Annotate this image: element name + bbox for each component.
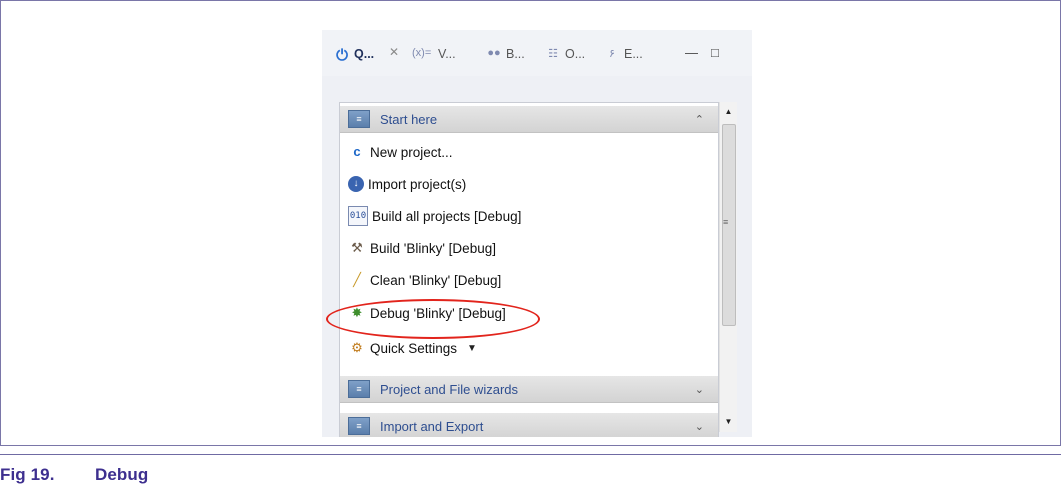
action-import-projects[interactable]: ↓ Import project(s) bbox=[348, 173, 466, 195]
expand-chevron-icon[interactable]: ⌄ bbox=[695, 420, 704, 433]
caption-rule bbox=[0, 454, 1061, 455]
section-title: Import and Export bbox=[380, 418, 484, 434]
figure-caption: Fig 19. Debug bbox=[0, 465, 148, 485]
new-project-icon: c bbox=[353, 144, 361, 159]
grip-icon: ≡ bbox=[723, 217, 729, 227]
tab-breakpoints[interactable]: ●● B... bbox=[486, 45, 525, 63]
section-project-file-wizards[interactable]: ≡ Project and File wizards ⌄ bbox=[340, 376, 718, 403]
tab-outline[interactable]: ☷ O... bbox=[545, 45, 585, 63]
action-clean-blinky[interactable]: ╱ Clean 'Blinky' [Debug] bbox=[348, 269, 501, 291]
tab-label: V... bbox=[438, 47, 456, 61]
quickstart-panel: ⏻ Q... ✕ (x)= V... ●● B... ☷ O... ۶ E...… bbox=[322, 30, 752, 437]
tab-variables[interactable]: (x)= V... bbox=[412, 45, 456, 63]
lpcxpresso-logo-icon: ≡ bbox=[348, 417, 370, 435]
section-title: Project and File wizards bbox=[380, 381, 518, 397]
expand-chevron-icon[interactable]: ⌄ bbox=[695, 383, 704, 396]
figure-title: Debug bbox=[95, 465, 149, 484]
section-import-export[interactable]: ≡ Import and Export ⌄ bbox=[340, 413, 718, 437]
highlight-ellipse bbox=[326, 299, 540, 339]
collapse-chevron-icon[interactable]: ⌃ bbox=[695, 113, 704, 126]
variables-icon: (x)= bbox=[412, 47, 432, 59]
action-label: Quick Settings bbox=[370, 340, 458, 356]
view-tab-bar: ⏻ Q... ✕ (x)= V... ●● B... ☷ O... ۶ E...… bbox=[322, 30, 752, 76]
breakpoints-icon: ●● bbox=[487, 47, 501, 59]
hammer-icon: ⚒ bbox=[351, 240, 363, 255]
tab-label: B... bbox=[506, 47, 525, 61]
dropdown-arrow-icon[interactable]: ▼ bbox=[467, 343, 477, 354]
vertical-scrollbar[interactable]: ▲ ≡ ▼ bbox=[719, 102, 737, 432]
broom-icon: ╱ bbox=[353, 272, 361, 287]
action-build-blinky[interactable]: ⚒ Build 'Blinky' [Debug] bbox=[348, 237, 496, 259]
quickstart-icon: ⏻ bbox=[336, 47, 348, 64]
outline-icon: ☷ bbox=[548, 48, 558, 60]
import-icon: ↓ bbox=[348, 176, 364, 192]
lpcxpresso-logo-icon: ≡ bbox=[348, 110, 370, 128]
action-label: New project... bbox=[370, 144, 453, 160]
tab-label: O... bbox=[565, 47, 586, 61]
action-label: Build all projects [Debug] bbox=[372, 208, 522, 224]
minimize-icon[interactable]: — bbox=[685, 45, 698, 60]
settings-icon: ⚙ bbox=[351, 340, 363, 355]
section-start-here[interactable]: ≡ Start here ⌃ bbox=[340, 106, 718, 133]
figure-number: Fig 19. bbox=[0, 465, 55, 484]
action-quick-settings[interactable]: ⚙ Quick Settings ▼ bbox=[348, 337, 477, 359]
lpcxpresso-logo-icon: ≡ bbox=[348, 380, 370, 398]
tab-quickstart[interactable]: ⏻ Q... bbox=[334, 45, 375, 64]
action-label: Clean 'Blinky' [Debug] bbox=[370, 272, 502, 288]
tab-label: Q... bbox=[354, 47, 375, 61]
quickstart-view: ≡ Start here ⌃ c New project... ↓ Import… bbox=[339, 102, 719, 437]
build-all-icon: 010 bbox=[348, 206, 368, 226]
action-label: Build 'Blinky' [Debug] bbox=[370, 240, 496, 256]
tab-expressions[interactable]: ۶ E... bbox=[604, 45, 643, 63]
action-new-project[interactable]: c New project... bbox=[348, 141, 453, 163]
close-tab-icon[interactable]: ✕ bbox=[389, 45, 399, 59]
section-title: Start here bbox=[380, 111, 438, 127]
action-label: Import project(s) bbox=[368, 176, 467, 192]
action-build-all[interactable]: 010 Build all projects [Debug] bbox=[348, 205, 521, 227]
expressions-icon: ۶ bbox=[609, 48, 615, 60]
tab-label: E... bbox=[624, 47, 643, 61]
maximize-icon[interactable]: □ bbox=[711, 45, 719, 60]
scroll-down-icon[interactable]: ▼ bbox=[720, 414, 737, 430]
scroll-up-icon[interactable]: ▲ bbox=[720, 104, 737, 120]
